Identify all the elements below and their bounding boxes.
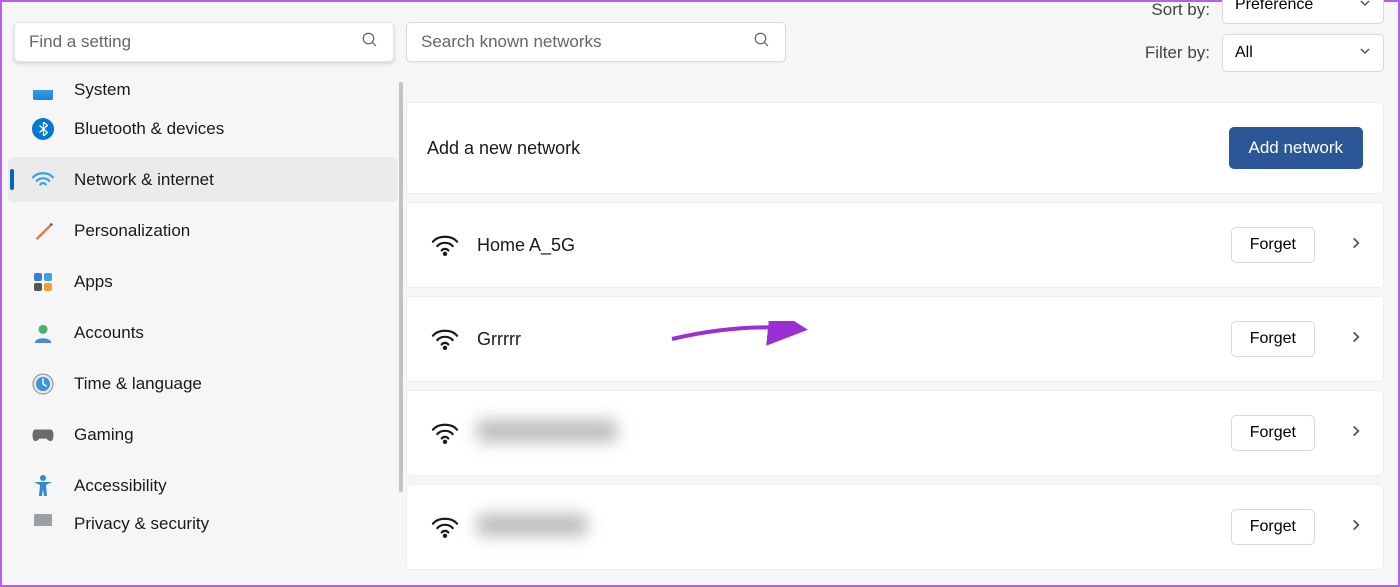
network-name: Grrrrr bbox=[477, 329, 1213, 350]
chevron-right-icon[interactable] bbox=[1333, 236, 1363, 255]
sidebar-item-system[interactable]: System bbox=[8, 76, 398, 100]
sidebar-item-label: Network & internet bbox=[74, 170, 214, 190]
main-search[interactable] bbox=[406, 22, 786, 62]
sidebar-item-label: Personalization bbox=[74, 221, 190, 241]
main-search-input[interactable] bbox=[421, 32, 753, 52]
add-network-title: Add a new network bbox=[427, 138, 1211, 159]
wifi-icon bbox=[431, 234, 459, 256]
system-icon bbox=[32, 90, 54, 100]
sidebar-item-privacy[interactable]: Privacy & security bbox=[8, 514, 398, 538]
forget-button[interactable]: Forget bbox=[1231, 321, 1315, 357]
sidebar-item-label: System bbox=[74, 80, 131, 100]
filter-by-label: Filter by: bbox=[1145, 43, 1210, 63]
clock-icon bbox=[32, 373, 54, 395]
sort-by-dropdown[interactable]: Preference bbox=[1222, 0, 1384, 24]
shield-icon bbox=[32, 514, 54, 526]
add-network-card: Add a new network Add network bbox=[406, 102, 1384, 194]
sidebar-item-label: Accessibility bbox=[74, 476, 167, 496]
forget-button[interactable]: Forget bbox=[1231, 509, 1315, 545]
sidebar-item-personalization[interactable]: Personalization bbox=[8, 208, 398, 253]
chevron-right-icon[interactable] bbox=[1333, 518, 1363, 537]
wifi-icon bbox=[431, 422, 459, 444]
sort-by-label: Sort by: bbox=[1151, 0, 1210, 20]
network-name: Home A_5G bbox=[477, 235, 1213, 256]
network-row[interactable]: Home A_5G Forget bbox=[406, 202, 1384, 288]
network-row[interactable]: Forget bbox=[406, 390, 1384, 476]
chevron-down-icon bbox=[1359, 0, 1371, 14]
wifi-icon bbox=[431, 328, 459, 350]
sidebar-item-network[interactable]: Network & internet bbox=[8, 157, 398, 202]
person-icon bbox=[32, 322, 54, 344]
accessibility-icon bbox=[32, 475, 54, 497]
network-row[interactable]: Forget bbox=[406, 484, 1384, 570]
network-name bbox=[477, 514, 1213, 541]
chevron-down-icon bbox=[1359, 44, 1371, 62]
sidebar-item-time[interactable]: Time & language bbox=[8, 361, 398, 406]
search-icon bbox=[361, 31, 379, 54]
sidebar-item-gaming[interactable]: Gaming bbox=[8, 412, 398, 457]
sidebar-item-label: Bluetooth & devices bbox=[74, 119, 224, 139]
wifi-icon bbox=[32, 169, 54, 191]
bluetooth-icon bbox=[32, 118, 54, 140]
sidebar-item-label: Gaming bbox=[74, 425, 134, 445]
dropdown-value: All bbox=[1235, 44, 1253, 62]
chevron-right-icon[interactable] bbox=[1333, 330, 1363, 349]
sidebar-nav: System Bluetooth & devices Network & int… bbox=[2, 76, 406, 538]
sidebar-search-input[interactable] bbox=[29, 32, 361, 52]
chevron-right-icon[interactable] bbox=[1333, 424, 1363, 443]
sidebar-item-apps[interactable]: Apps bbox=[8, 259, 398, 304]
forget-button[interactable]: Forget bbox=[1231, 415, 1315, 451]
sidebar-item-label: Time & language bbox=[74, 374, 202, 394]
wifi-icon bbox=[431, 516, 459, 538]
add-network-button[interactable]: Add network bbox=[1229, 127, 1364, 169]
sidebar-item-label: Apps bbox=[74, 272, 113, 292]
filter-by-dropdown[interactable]: All bbox=[1222, 34, 1384, 72]
sidebar-item-accessibility[interactable]: Accessibility bbox=[8, 463, 398, 508]
gamepad-icon bbox=[32, 424, 54, 446]
forget-button[interactable]: Forget bbox=[1231, 227, 1315, 263]
search-icon bbox=[753, 31, 771, 54]
sidebar-scrollbar[interactable] bbox=[394, 82, 406, 579]
sidebar-search[interactable] bbox=[14, 22, 394, 62]
sidebar-item-bluetooth[interactable]: Bluetooth & devices bbox=[8, 106, 398, 151]
sidebar-item-accounts[interactable]: Accounts bbox=[8, 310, 398, 355]
paintbrush-icon bbox=[32, 220, 54, 242]
network-name bbox=[477, 420, 1213, 447]
dropdown-value: Preference bbox=[1235, 0, 1313, 14]
apps-icon bbox=[32, 271, 54, 293]
network-row[interactable]: Grrrrr Forget bbox=[406, 296, 1384, 382]
sidebar-item-label: Accounts bbox=[74, 323, 144, 343]
sidebar-item-label: Privacy & security bbox=[74, 514, 209, 534]
